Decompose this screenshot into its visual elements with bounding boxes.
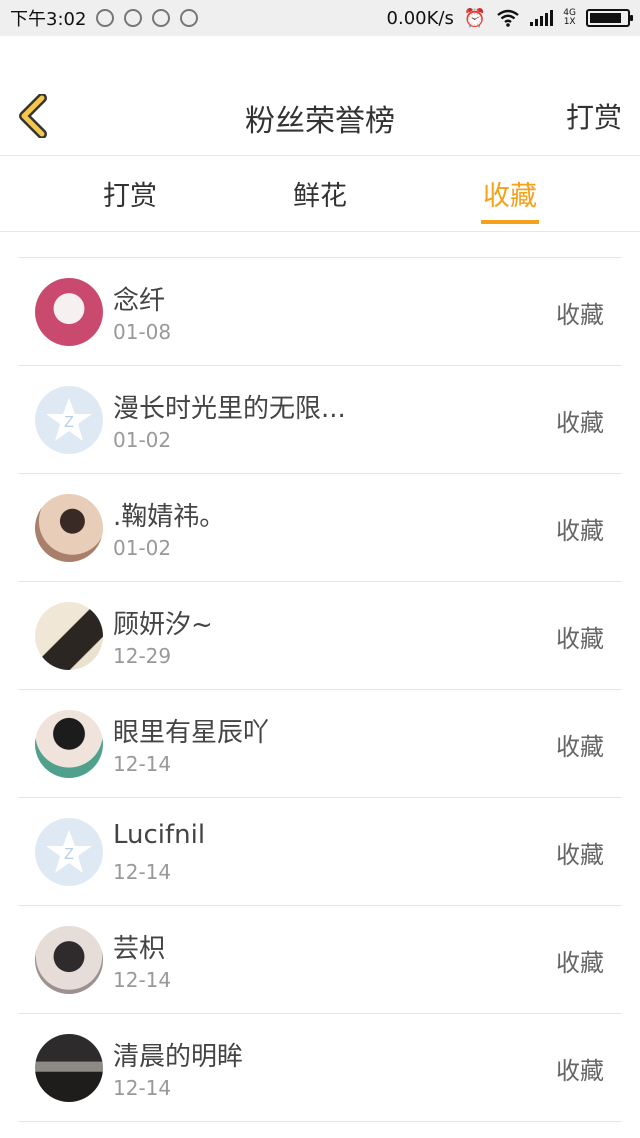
list-item[interactable]: 顾妍汐~ 12-29 收藏 xyxy=(18,582,622,690)
list-item[interactable]: 芸枳 12-14 收藏 xyxy=(18,906,622,1014)
item-date: 12-14 xyxy=(113,1076,172,1100)
item-action: 收藏 xyxy=(556,1057,604,1085)
list-item[interactable]: 清晨的明眸 12-14 收藏 xyxy=(18,1014,622,1122)
battery-icon xyxy=(586,9,633,27)
status-time: 下午3:02 xyxy=(10,9,87,30)
item-action: 收藏 xyxy=(556,301,604,329)
list-item[interactable]: 眼里有星辰吖 12-14 收藏 xyxy=(18,690,622,798)
list-item[interactable]: Z Lucifnil 12-14 收藏 xyxy=(18,798,622,906)
item-action: 收藏 xyxy=(556,517,604,545)
list-item[interactable]: .鞠婧祎。 01-02 收藏 xyxy=(18,474,622,582)
user-name: 眼里有星辰吖 xyxy=(113,718,270,748)
notification-icon xyxy=(96,9,115,27)
user-name: .鞠婧祎。 xyxy=(113,502,226,532)
item-action: 收藏 xyxy=(556,949,604,977)
item-action: 收藏 xyxy=(556,733,604,761)
item-date: 01-02 xyxy=(113,428,172,452)
user-name: 芸枳 xyxy=(113,934,166,964)
tab-bar: 打赏 鲜花 收藏 xyxy=(0,156,640,232)
page-title: 粉丝荣誉榜 xyxy=(245,104,395,139)
item-date: 12-14 xyxy=(113,968,172,992)
svg-text:Z: Z xyxy=(64,846,74,863)
user-name: Lucifnil xyxy=(113,820,206,850)
list-item[interactable]: Z 漫长时光里的无限... 01-02 收藏 xyxy=(18,366,622,474)
item-date: 01-02 xyxy=(113,536,172,560)
item-date: 12-14 xyxy=(113,860,172,884)
avatar xyxy=(35,1034,103,1102)
avatar: Z xyxy=(35,818,103,886)
avatar: Z xyxy=(35,386,103,454)
network-type: 4G 1X xyxy=(563,9,576,27)
avatar xyxy=(35,926,103,994)
tab-reward[interactable]: 打赏 xyxy=(70,174,190,213)
default-avatar-star-icon: Z xyxy=(46,830,92,873)
svg-text:Z: Z xyxy=(64,414,74,431)
notification-icon xyxy=(124,9,143,27)
item-date: 01-08 xyxy=(113,320,172,344)
tab-favorites[interactable]: 收藏 xyxy=(450,174,570,213)
item-date: 12-29 xyxy=(113,644,172,668)
user-name: 顾妍汐~ xyxy=(113,610,213,640)
user-name: 清晨的明眸 xyxy=(113,1042,244,1072)
item-action: 收藏 xyxy=(556,841,604,869)
item-action: 收藏 xyxy=(556,409,604,437)
status-left: 下午3:02 xyxy=(10,5,199,31)
list-item-partial[interactable] xyxy=(18,232,622,258)
tab-flowers[interactable]: 鲜花 xyxy=(260,174,380,213)
reward-button[interactable]: 打赏 xyxy=(566,96,622,136)
status-right: 0.00K/s ⏰ 4G 1X xyxy=(386,7,633,29)
header: 粉丝荣誉榜 打赏 xyxy=(0,36,640,156)
notification-icon xyxy=(180,9,199,27)
avatar xyxy=(35,494,103,562)
fan-list: 念纤 01-08 收藏 Z 漫长时光里的无限... 01-02 收藏 .鞠婧祎。… xyxy=(18,232,622,1138)
wifi-icon xyxy=(497,9,520,27)
alarm-icon: ⏰ xyxy=(463,7,487,29)
avatar xyxy=(35,278,103,346)
status-bar: 下午3:02 0.00K/s ⏰ 4G 1X xyxy=(0,0,640,36)
tab-active-indicator xyxy=(481,220,539,224)
item-date: 12-14 xyxy=(113,752,172,776)
avatar xyxy=(35,710,103,778)
network-type-bottom: 1X xyxy=(563,17,576,27)
signal-icon xyxy=(530,10,554,26)
network-speed: 0.00K/s xyxy=(386,7,454,29)
user-name: 漫长时光里的无限... xyxy=(113,394,346,424)
default-avatar-star-icon: Z xyxy=(46,398,92,441)
user-name: 念纤 xyxy=(113,286,166,316)
list-item[interactable]: 念纤 01-08 收藏 xyxy=(18,258,622,366)
notification-icon xyxy=(152,9,171,27)
item-action: 收藏 xyxy=(556,625,604,653)
avatar xyxy=(35,602,103,670)
